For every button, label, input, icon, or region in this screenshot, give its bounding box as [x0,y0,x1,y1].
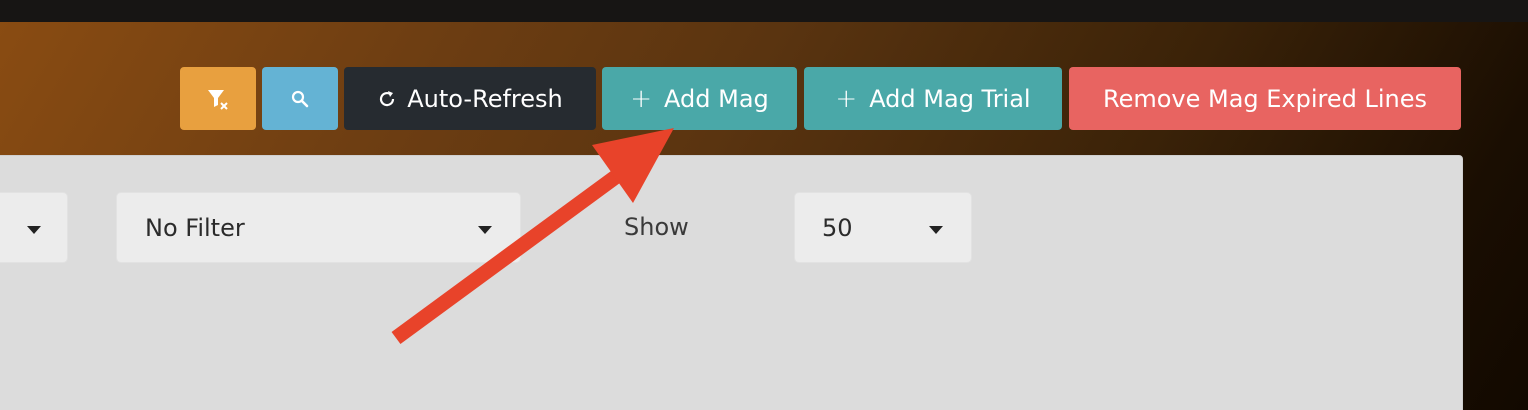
app-background: Auto-Refresh + Add Mag + Add Mag Trial R… [0,0,1528,410]
annotation-arrow [391,128,674,345]
